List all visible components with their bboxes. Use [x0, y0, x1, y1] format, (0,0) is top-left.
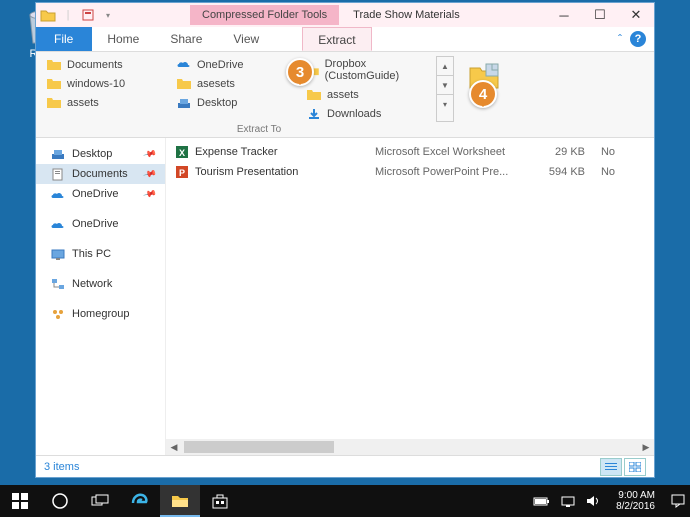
- cortana-button[interactable]: [40, 485, 80, 517]
- taskbar[interactable]: 9:00 AM 8/2/2016: [0, 485, 690, 517]
- nav-network[interactable]: Network: [36, 274, 165, 294]
- divider: |: [60, 7, 76, 23]
- gallery-dest[interactable]: assets: [44, 94, 174, 111]
- statusbar: 3 items: [36, 455, 654, 477]
- help-icon[interactable]: ?: [630, 31, 646, 47]
- ribbon-collapse-icon[interactable]: ˆ: [618, 32, 622, 46]
- nav-homegroup[interactable]: Homegroup: [36, 304, 165, 324]
- gallery-dest[interactable]: assets: [304, 86, 434, 103]
- callout-4: 4: [469, 80, 497, 108]
- scroll-thumb[interactable]: [184, 441, 334, 453]
- network-icon[interactable]: [560, 494, 576, 508]
- maximize-button[interactable]: ☐: [582, 3, 618, 27]
- file-row[interactable]: X Expense Tracker Microsoft Excel Worksh…: [166, 142, 654, 162]
- file-name: Expense Tracker: [195, 146, 375, 158]
- action-center-icon[interactable]: [670, 493, 686, 509]
- tab-file[interactable]: File: [36, 27, 92, 51]
- horizontal-scrollbar[interactable]: ◀ ▶: [166, 439, 654, 455]
- edge-button[interactable]: [120, 485, 160, 517]
- close-button[interactable]: ✕: [618, 3, 654, 27]
- titlebar[interactable]: | ▾ Compressed Folder Tools Trade Show M…: [36, 3, 654, 27]
- volume-icon[interactable]: [585, 494, 601, 508]
- powerpoint-icon: P: [174, 164, 190, 180]
- nav-onedrive-quick[interactable]: OneDrive: [36, 184, 165, 204]
- properties-icon[interactable]: [80, 7, 96, 23]
- nav-documents[interactable]: Documents: [36, 164, 165, 184]
- gallery-dest[interactable]: OneDrive: [174, 56, 304, 73]
- window-title: Trade Show Materials: [353, 9, 460, 21]
- explorer-button[interactable]: [160, 485, 200, 517]
- nav-this-pc[interactable]: This PC: [36, 244, 165, 264]
- quick-access-toolbar: | ▾: [36, 7, 120, 23]
- svg-text:X: X: [179, 148, 185, 158]
- thumbnails-view-button[interactable]: [624, 458, 646, 476]
- taskbar-clock[interactable]: 9:00 AM 8/2/2016: [610, 490, 661, 513]
- context-tab-title: Compressed Folder Tools: [190, 5, 339, 25]
- ribbon-tabs: File Home Share View Extract ˆ ?: [36, 27, 654, 52]
- nav-onedrive[interactable]: OneDrive: [36, 214, 165, 234]
- minimize-button[interactable]: ─: [546, 3, 582, 27]
- gallery-dest[interactable]: Documents: [44, 56, 174, 73]
- tab-share[interactable]: Share: [155, 27, 218, 51]
- status-item-count: 3 items: [44, 461, 79, 473]
- store-button[interactable]: [200, 485, 240, 517]
- gallery-dest[interactable]: asesets: [174, 75, 304, 92]
- folder-icon: [40, 7, 56, 23]
- gallery-more-icon[interactable]: ▾: [437, 95, 453, 114]
- file-name: Tourism Presentation: [195, 166, 375, 178]
- start-button[interactable]: [0, 485, 40, 517]
- file-size: 594 KB: [530, 166, 585, 178]
- file-list[interactable]: X Expense Tracker Microsoft Excel Worksh…: [166, 138, 654, 455]
- tab-view[interactable]: View: [218, 27, 275, 51]
- gallery-dest[interactable]: Downloads: [304, 105, 434, 122]
- details-view-button[interactable]: [600, 458, 622, 476]
- file-type: Microsoft Excel Worksheet: [375, 146, 530, 158]
- extract-to-gallery[interactable]: Documents windows-10 assets OneDrive ase…: [44, 56, 646, 122]
- content-area: Desktop Documents OneDrive OneDrive This…: [36, 138, 654, 455]
- gallery-up-icon[interactable]: ▲: [437, 57, 453, 76]
- file-type: Microsoft PowerPoint Pre...: [375, 166, 530, 178]
- navigation-pane[interactable]: Desktop Documents OneDrive OneDrive This…: [36, 138, 166, 455]
- gallery-dest[interactable]: Dropbox (CustomGuide): [304, 56, 434, 84]
- callout-3: 3: [286, 58, 314, 86]
- task-view-button[interactable]: [80, 485, 120, 517]
- svg-text:P: P: [179, 168, 185, 178]
- tab-home[interactable]: Home: [92, 27, 155, 51]
- scroll-left-icon[interactable]: ◀: [166, 439, 182, 455]
- tab-extract[interactable]: Extract: [302, 27, 371, 51]
- scroll-right-icon[interactable]: ▶: [638, 439, 654, 455]
- ribbon-group-label: Extract To: [44, 124, 474, 135]
- excel-icon: X: [174, 144, 190, 160]
- gallery-dest[interactable]: Desktop: [174, 94, 304, 111]
- gallery-dest[interactable]: windows-10: [44, 75, 174, 92]
- file-row[interactable]: P Tourism Presentation Microsoft PowerPo…: [166, 162, 654, 182]
- ribbon-extract: Documents windows-10 assets OneDrive ase…: [36, 52, 654, 138]
- file-encrypted: No: [585, 166, 615, 178]
- gallery-scroll[interactable]: ▲ ▼ ▾: [436, 56, 454, 122]
- window-controls: ─ ☐ ✕: [546, 3, 654, 27]
- battery-icon[interactable]: [533, 496, 551, 507]
- chevron-down-icon[interactable]: ▾: [100, 7, 116, 23]
- explorer-window: | ▾ Compressed Folder Tools Trade Show M…: [35, 2, 655, 478]
- nav-desktop[interactable]: Desktop: [36, 144, 165, 164]
- gallery-down-icon[interactable]: ▼: [437, 76, 453, 95]
- file-encrypted: No: [585, 146, 615, 158]
- system-tray[interactable]: 9:00 AM 8/2/2016: [533, 490, 690, 513]
- file-size: 29 KB: [530, 146, 585, 158]
